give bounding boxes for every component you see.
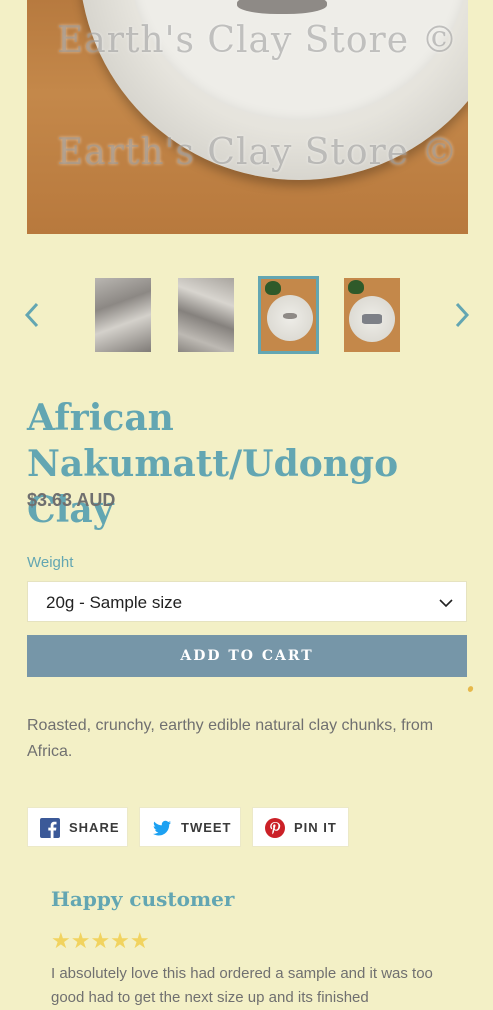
facebook-icon: [40, 818, 60, 838]
gallery-thumb-3[interactable]: [258, 276, 319, 354]
weight-select[interactable]: 20g - Sample size: [27, 581, 467, 622]
chevron-left-icon: [24, 302, 39, 328]
share-twitter-label: TWEET: [181, 820, 232, 835]
product-description: Roasted, crunchy, earthy edible natural …: [27, 717, 434, 760]
pinterest-icon: [265, 818, 285, 838]
weight-select-value: 20g - Sample size: [46, 593, 183, 612]
review-title: Happy customer: [51, 887, 235, 911]
chevron-right-icon: [455, 302, 470, 328]
share-pinterest-label: PIN IT: [294, 820, 337, 835]
review-text: I absolutely love this had ordered a sam…: [51, 965, 433, 1006]
product-price: $3.63 AUD: [27, 490, 116, 510]
gallery-thumb-2[interactable]: [178, 278, 234, 352]
plant-image: [348, 280, 364, 294]
share-facebook-label: SHARE: [69, 820, 120, 835]
decorative-dot: [466, 685, 475, 693]
review-stars: ★★★★★: [51, 928, 150, 953]
plant-image: [265, 281, 281, 295]
share-facebook-button[interactable]: SHARE: [27, 807, 128, 847]
watermark: Earth's Clay Store ©: [57, 20, 459, 61]
share-pinterest-button[interactable]: PIN IT: [252, 807, 349, 847]
gallery-prev-button[interactable]: [20, 300, 44, 330]
weight-label: Weight: [27, 554, 74, 571]
twitter-icon: [153, 820, 171, 836]
watermark: Earth's Clay Store ©: [57, 132, 459, 173]
product-main-image[interactable]: Earth's Clay Store © Earth's Clay Store …: [27, 0, 468, 234]
clay-chunk: [283, 313, 297, 319]
gallery-thumb-1[interactable]: [95, 278, 151, 352]
add-to-cart-button[interactable]: ADD TO CART: [27, 635, 467, 677]
gallery-next-button[interactable]: [450, 300, 474, 330]
share-twitter-button[interactable]: TWEET: [139, 807, 241, 847]
gallery-thumb-4[interactable]: [344, 278, 400, 352]
clay-chunk: [362, 314, 382, 324]
chevron-down-icon: [439, 599, 453, 608]
product-title: African Nakumatt/Udongo Clay: [27, 397, 399, 531]
